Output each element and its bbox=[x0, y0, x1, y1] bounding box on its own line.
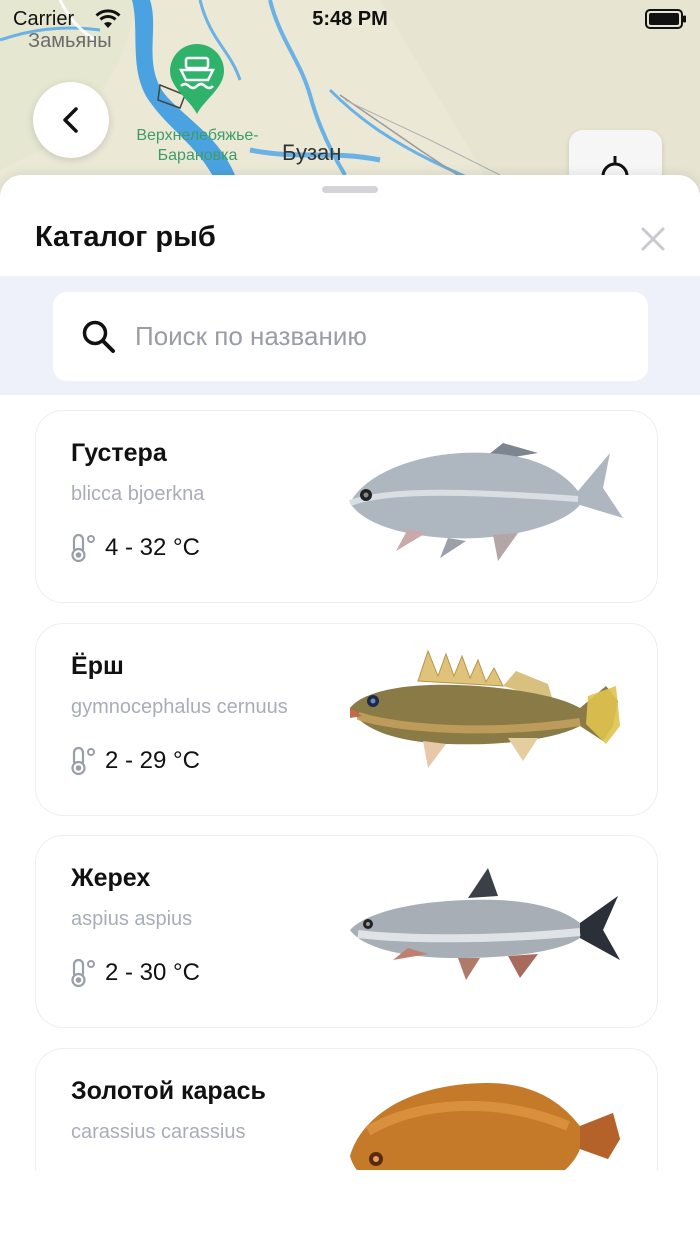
thermometer-icon bbox=[71, 533, 95, 563]
map-label-settlement-line1: Верхнелебяжье- bbox=[136, 127, 259, 144]
temperature-text: 4 - 32 °C bbox=[105, 534, 200, 561]
temperature-range: 2 - 29 °C bbox=[69, 746, 200, 776]
fish-name: Ёрш bbox=[71, 652, 124, 680]
map-label-settlement-line2: Барановка bbox=[157, 147, 238, 164]
search-icon bbox=[82, 320, 115, 353]
back-button[interactable] bbox=[33, 82, 109, 158]
map-label-settlement: Верхнелебяжье- Барановка bbox=[125, 126, 270, 166]
ferry-pin-icon[interactable] bbox=[168, 44, 226, 121]
close-button[interactable] bbox=[633, 219, 673, 259]
temperature-range: 2 - 30 °C bbox=[69, 958, 200, 988]
fish-latin-name: aspius aspius bbox=[71, 908, 193, 930]
close-icon bbox=[641, 227, 665, 251]
search-input[interactable] bbox=[135, 292, 635, 381]
temperature-text: 2 - 29 °C bbox=[105, 747, 200, 774]
temperature-text: 2 - 30 °C bbox=[105, 959, 200, 986]
temperature-range: 4 - 32 °C bbox=[69, 533, 200, 563]
fish-image-crucian-carp bbox=[350, 1083, 620, 1170]
clock: 5:48 PM bbox=[312, 8, 388, 30]
search-box[interactable] bbox=[53, 292, 648, 381]
fish-latin-name: blicca bjoerkna bbox=[71, 483, 205, 505]
fish-name: Золотой карась bbox=[71, 1077, 266, 1105]
fish-name: Густера bbox=[71, 439, 167, 467]
sheet-grabber[interactable] bbox=[322, 186, 378, 193]
search-section bbox=[0, 276, 700, 395]
fish-latin-name: carassius carassius bbox=[71, 1121, 246, 1143]
bottom-safe-area bbox=[0, 1170, 700, 1244]
fish-card[interactable]: Ёрш gymnocephalus cernuus 2 - 29 °C bbox=[35, 623, 658, 816]
map-label-town: Бузан bbox=[282, 140, 342, 165]
fish-catalog-sheet: Каталог рыб Густера blicca bjoerkna bbox=[0, 175, 700, 1244]
fish-latin-name: gymnocephalus cernuus bbox=[71, 696, 288, 718]
fish-image-ruffe bbox=[350, 649, 620, 768]
sheet-title: Каталог рыб bbox=[35, 221, 216, 253]
fish-card[interactable]: Золотой карась carassius carassius bbox=[35, 1048, 658, 1170]
fish-image-white-bream bbox=[348, 443, 623, 561]
battery-icon bbox=[645, 9, 687, 35]
fish-image-asp bbox=[350, 868, 620, 980]
fish-card[interactable]: Жерех aspius aspius 2 - 30 °C bbox=[35, 835, 658, 1028]
thermometer-icon bbox=[71, 746, 95, 776]
fish-card[interactable]: Густера blicca bjoerkna 4 - 32 °C bbox=[35, 410, 658, 603]
thermometer-icon bbox=[71, 958, 95, 988]
fish-list[interactable]: Густера blicca bjoerkna 4 - 32 °C Ёрш gy… bbox=[0, 395, 700, 1170]
fish-name: Жерех bbox=[71, 864, 151, 892]
status-bar: Carrier 5:48 PM bbox=[0, 0, 700, 40]
chevron-left-icon bbox=[63, 107, 78, 133]
